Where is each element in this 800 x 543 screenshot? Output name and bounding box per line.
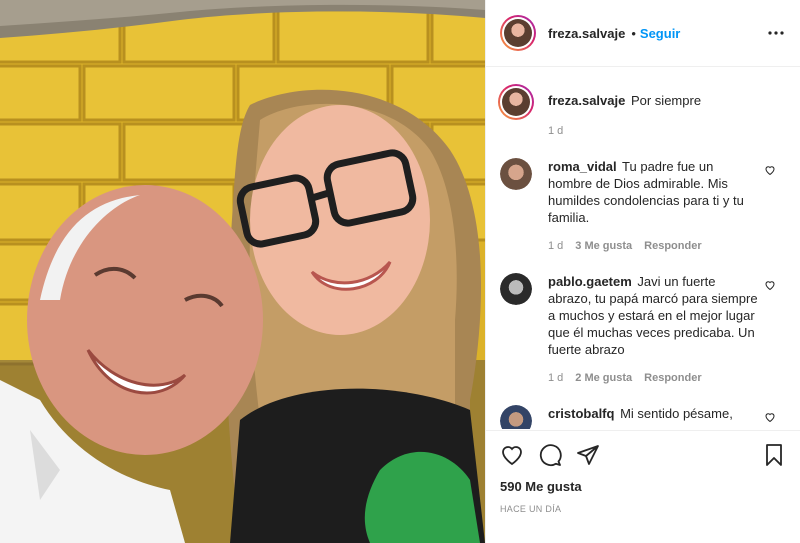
- post-sidebar: freza.salvaje • Seguir freza.salvaje Por…: [485, 0, 800, 543]
- post-timestamp: HACE UN DÍA: [500, 504, 562, 514]
- post-actions: 590 Me gusta HACE UN DÍA: [486, 430, 800, 543]
- share-send-icon[interactable]: [576, 443, 600, 467]
- commenter-avatar[interactable]: [500, 273, 532, 305]
- comment-item: roma_vidal Tu padre fue un hombre de Dio…: [500, 158, 786, 255]
- commenter-username[interactable]: cristobalfq: [548, 406, 614, 421]
- like-heart-icon[interactable]: [500, 443, 524, 467]
- instagram-post: freza.salvaje • Seguir freza.salvaje Por…: [0, 0, 800, 543]
- reply-button[interactable]: Responder: [644, 370, 701, 387]
- like-comment-heart-icon[interactable]: [764, 279, 776, 291]
- post-header: freza.salvaje • Seguir: [486, 0, 800, 67]
- caption-avatar[interactable]: [498, 84, 534, 120]
- comment-time[interactable]: 1 d: [548, 238, 563, 255]
- comment-likes[interactable]: 3 Me gusta: [575, 238, 632, 255]
- separator-dot: •: [631, 25, 636, 41]
- commenter-username[interactable]: roma_vidal: [548, 159, 617, 174]
- bookmark-icon[interactable]: [762, 443, 786, 467]
- photo-illustration: [0, 0, 485, 543]
- author-avatar[interactable]: [500, 15, 536, 51]
- comments-list[interactable]: freza.salvaje Por siempre 1 d roma_vidal…: [486, 68, 800, 429]
- action-icons: [500, 431, 786, 479]
- likes-count[interactable]: 590 Me gusta: [500, 479, 786, 494]
- commenter-avatar[interactable]: [500, 405, 532, 429]
- comment-item: pablo.gaetem Javi un fuerte abrazo, tu p…: [500, 273, 786, 387]
- caption-username[interactable]: freza.salvaje: [548, 93, 625, 108]
- more-horizontal-icon[interactable]: [766, 23, 786, 43]
- comment-bubble-icon[interactable]: [538, 443, 562, 467]
- reply-button[interactable]: Responder: [644, 238, 701, 255]
- commenter-avatar[interactable]: [500, 158, 532, 190]
- caption: freza.salvaje Por siempre 1 d: [498, 84, 786, 140]
- caption-time[interactable]: 1 d: [548, 123, 563, 140]
- comment-likes[interactable]: 2 Me gusta: [575, 370, 632, 387]
- like-comment-heart-icon[interactable]: [764, 164, 776, 176]
- caption-text: Por siempre: [630, 93, 702, 108]
- comment-text: Mi sentido pésame,: [620, 406, 733, 421]
- commenter-username[interactable]: pablo.gaetem: [548, 274, 632, 289]
- comment-item: cristobalfq Mi sentido pésame,: [500, 405, 786, 429]
- follow-button[interactable]: Seguir: [640, 26, 680, 41]
- post-photo[interactable]: [0, 0, 485, 543]
- author-username[interactable]: freza.salvaje: [548, 26, 625, 41]
- comment-time[interactable]: 1 d: [548, 370, 563, 387]
- like-comment-heart-icon[interactable]: [764, 411, 776, 423]
